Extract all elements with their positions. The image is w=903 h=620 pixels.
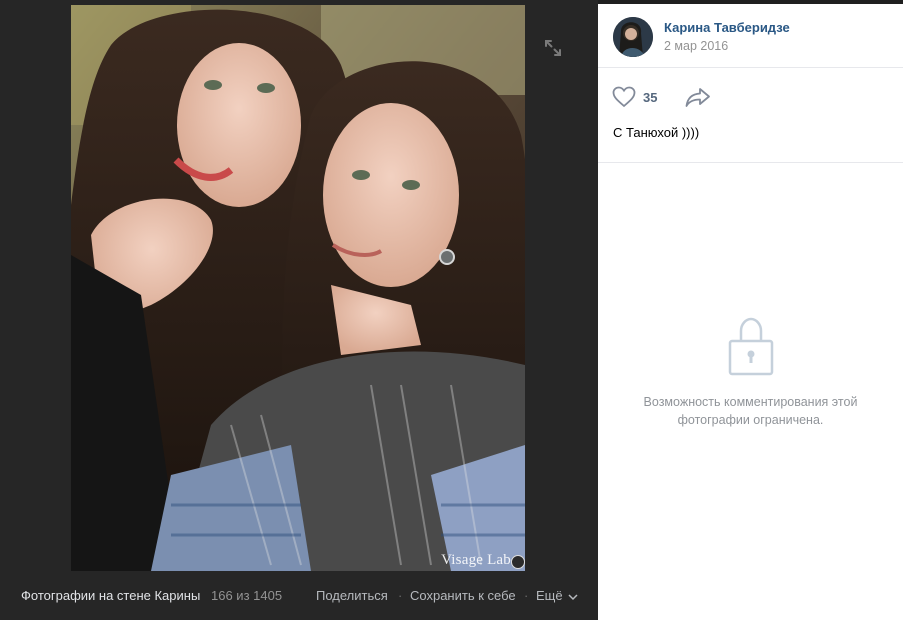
expand-icon[interactable]: [543, 38, 563, 58]
photo-counter: 166 из 1405: [211, 588, 283, 603]
watermark-badge-icon: [511, 555, 525, 569]
like-button[interactable]: 35: [612, 86, 668, 110]
chevron-down-icon: [568, 594, 578, 600]
album-title[interactable]: Фотографии на стене Карины: [21, 578, 200, 614]
share-button[interactable]: [685, 86, 711, 110]
share-link[interactable]: Поделиться: [316, 578, 388, 614]
author-name-link[interactable]: Карина Тавберидзе: [664, 20, 790, 35]
share-arrow-icon: [685, 88, 710, 107]
post-date[interactable]: 2 мар 2016: [664, 39, 728, 53]
comments-closed-text: Возможность комментирования этой фотогра…: [643, 395, 858, 427]
author-block: Карина Тавберидзе 2 мар 2016: [598, 4, 903, 68]
save-link[interactable]: Сохранить к себе: [410, 578, 516, 614]
photo-bottom-bar: Фотографии на стене Карины 166 из 1405 П…: [0, 578, 598, 620]
heart-icon: [612, 86, 636, 108]
photo[interactable]: Visage Lab: [71, 5, 525, 571]
photo-caption: С Танюхой )))): [613, 125, 700, 140]
post-actions: 35 С Танюхой )))): [598, 68, 903, 163]
photo-viewer: Visage Lab Фотографии на стене Карины 16…: [0, 0, 598, 620]
more-button[interactable]: Ещё: [536, 578, 578, 614]
comments-closed-notice: Возможность комментирования этой фотогра…: [598, 315, 903, 429]
more-label: Ещё: [536, 588, 563, 603]
watermark-text: Visage Lab: [441, 552, 511, 568]
photo-sidebar: Карина Тавберидзе 2 мар 2016 35 С Танюхо…: [598, 0, 903, 620]
separator-dot: ·: [398, 588, 403, 603]
likes-count: 35: [643, 90, 658, 105]
separator-dot: ·: [524, 588, 529, 603]
photo-image: [71, 5, 525, 571]
avatar[interactable]: [613, 17, 653, 57]
lock-icon: [728, 317, 773, 376]
